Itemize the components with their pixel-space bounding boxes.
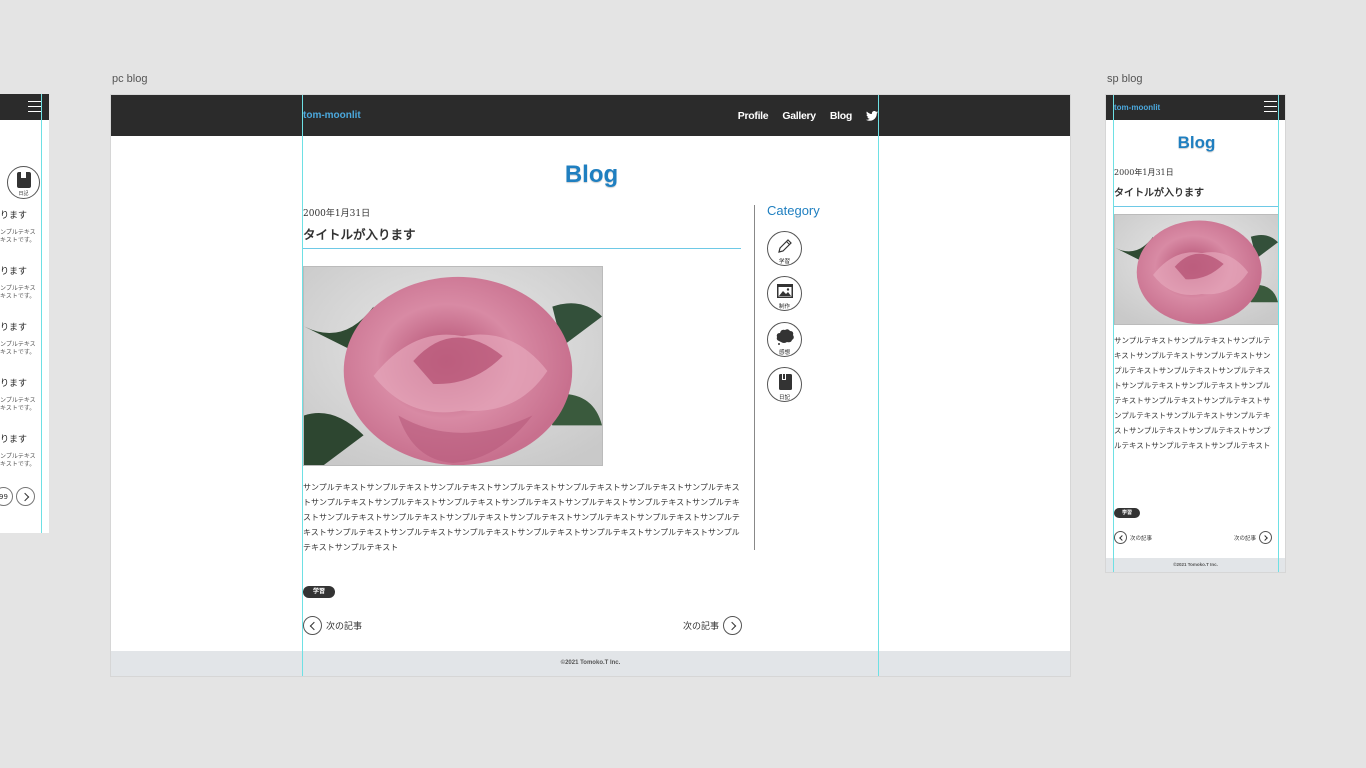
page-number-button[interactable]: 99 [0, 487, 13, 506]
post-title: タイトルが入ります [1114, 188, 1204, 199]
site-footer: ©2021 Tomoko.T Inc. [1106, 558, 1285, 572]
notebook-icon [779, 374, 792, 390]
thought-cloud-icon [776, 329, 794, 345]
layout-guide [302, 95, 303, 676]
sp-artboard: tom-moonlit Blog 2000年1月31日 タイトルが入ります サン… [1105, 94, 1286, 573]
next-page-button[interactable] [16, 487, 35, 506]
pencil-icon [778, 239, 792, 253]
post-title: タイトルが入ります [303, 227, 416, 242]
hamburger-menu-icon[interactable] [28, 101, 41, 112]
nav-gallery[interactable]: Gallery [782, 110, 816, 122]
layout-guide [878, 95, 879, 676]
site-header: tom-moonlit Profile Gallery Blog [111, 95, 1070, 136]
chevron-left-icon [1118, 534, 1125, 541]
left-artboard: 日記 ります ンプルテキス キストです。 ります ンプルテキス キストです。 り… [0, 94, 49, 533]
site-logo[interactable]: tom-moonlit [303, 110, 361, 121]
site-logo[interactable]: tom-moonlit [1114, 103, 1160, 112]
title-divider [303, 248, 741, 249]
sp-header: tom-moonlit [1106, 95, 1285, 120]
category-label: 制作 [778, 304, 790, 310]
hamburger-menu-icon[interactable] [1264, 101, 1277, 112]
post-body: サンプルテキストサンプルテキストサンプルテキストサンプルテキストサンプルテキスト… [1114, 336, 1271, 450]
title-divider [1114, 206, 1279, 207]
category-label: 日記 [18, 191, 29, 197]
post-tag[interactable]: 学習 [303, 586, 335, 598]
next-button[interactable] [1259, 531, 1273, 544]
prev-post-link[interactable]: 次の記事 [1114, 531, 1152, 544]
post-image [303, 266, 603, 466]
post-date: 2000年1月31日 [303, 209, 371, 219]
post-tag[interactable]: 学習 [1114, 508, 1140, 518]
category-works-button[interactable]: 制作 [767, 276, 802, 311]
list-item-title[interactable]: ります [0, 264, 27, 277]
pc-artboard-label: pc blog [112, 73, 148, 85]
prev-button[interactable] [1114, 531, 1127, 544]
category-label: 学習 [778, 259, 790, 265]
next-post-link[interactable]: 次の記事 [683, 616, 743, 635]
category-label: 日記 [778, 395, 790, 401]
layout-guide [1113, 95, 1114, 572]
post-date: 2000年1月31日 [1114, 168, 1174, 177]
chevron-right-icon [20, 492, 29, 501]
twitter-icon[interactable] [866, 111, 878, 121]
page-title: Blog [564, 161, 619, 188]
prev-button[interactable] [303, 616, 322, 635]
nav-profile[interactable]: Profile [738, 110, 769, 122]
category-notebook-button[interactable]: 日記 [7, 166, 40, 199]
notebook-icon [17, 172, 31, 188]
category-label: 感想 [778, 350, 790, 356]
category-diary-button[interactable]: 日記 [767, 367, 802, 402]
post-body: サンプルテキストサンプルテキストサンプルテキストサンプルテキストサンプルテキスト… [303, 483, 740, 552]
next-post-label: 次の記事 [683, 622, 720, 632]
prev-post-label: 次の記事 [326, 622, 363, 632]
category-heading: Category [767, 203, 820, 218]
post-image [1114, 214, 1279, 325]
category-study-button[interactable]: 学習 [767, 231, 802, 266]
page-title: Blog [1177, 133, 1216, 152]
category-impressions-button[interactable]: 感想 [767, 322, 802, 357]
next-post-label: 次の記事 [1234, 535, 1257, 542]
nav-blog[interactable]: Blog [830, 110, 852, 122]
list-item-title[interactable]: ります [0, 432, 27, 445]
list-item-title[interactable]: ります [0, 376, 27, 389]
list-item-title[interactable]: ります [0, 208, 27, 221]
prev-post-label: 次の記事 [1130, 535, 1153, 542]
pagination: 99 [0, 487, 35, 506]
chevron-right-icon [1261, 534, 1268, 541]
list-item-title[interactable]: ります [0, 320, 27, 333]
next-post-link[interactable]: 次の記事 [1234, 531, 1273, 544]
chevron-right-icon [727, 621, 736, 630]
layout-guide [1278, 95, 1279, 572]
sp-artboard-label: sp blog [1107, 73, 1143, 85]
site-footer: ©2021 Tomoko.T Inc. [111, 651, 1070, 676]
next-button[interactable] [723, 616, 743, 635]
image-icon [777, 284, 793, 298]
pc-artboard: tom-moonlit Profile Gallery Blog Blog 20… [110, 94, 1071, 677]
sidebar-divider [754, 205, 755, 550]
global-nav: Profile Gallery Blog [738, 110, 878, 122]
prev-post-link[interactable]: 次の記事 [303, 616, 362, 635]
layout-guide [41, 94, 42, 533]
chevron-left-icon [309, 621, 318, 630]
